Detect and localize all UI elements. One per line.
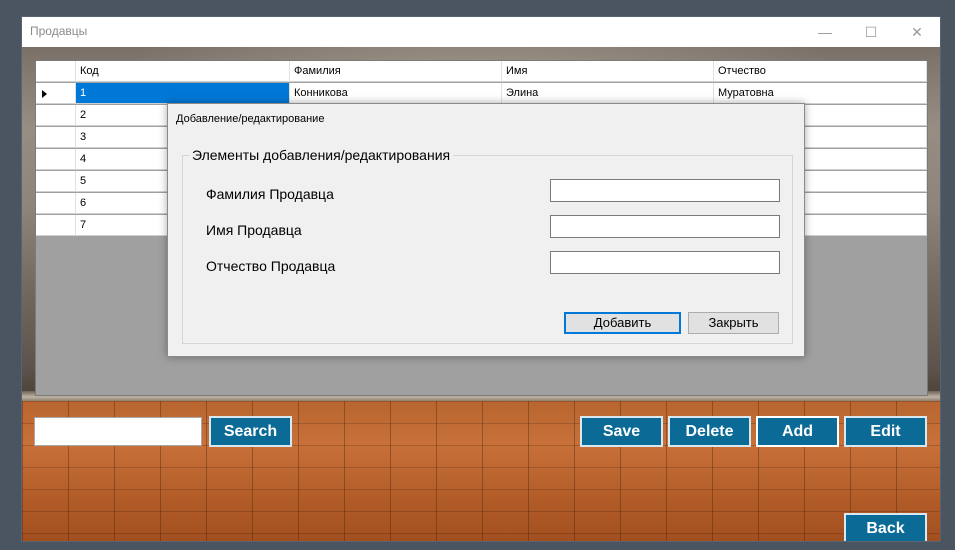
- row-header[interactable]: [36, 171, 76, 192]
- middlename-label: Отчество Продавца: [206, 258, 336, 274]
- search-button[interactable]: Search: [209, 416, 292, 447]
- column-header-code[interactable]: Код: [76, 61, 290, 82]
- row-header[interactable]: [36, 215, 76, 236]
- cell-code[interactable]: 1: [76, 83, 290, 104]
- lastname-field[interactable]: [550, 179, 780, 202]
- table-row[interactable]: 1 Конникова Элина Муратовна: [36, 83, 927, 105]
- edit-button[interactable]: Edit: [844, 416, 927, 447]
- row-header[interactable]: [36, 149, 76, 170]
- cell-middlename[interactable]: Муратовна: [714, 83, 927, 104]
- add-button[interactable]: Add: [756, 416, 839, 447]
- window-title: Продавцы: [30, 24, 88, 38]
- column-header-middlename[interactable]: Отчество: [714, 61, 927, 82]
- save-button[interactable]: Save: [580, 416, 663, 447]
- cell-firstname[interactable]: Элина: [502, 83, 714, 104]
- edit-dialog: Добавление/редактирование Элементы добав…: [167, 103, 805, 357]
- title-bar: Продавцы — ☐ ✕: [22, 17, 940, 47]
- row-header[interactable]: [36, 83, 76, 104]
- row-header[interactable]: [36, 127, 76, 148]
- current-row-arrow-icon: [42, 90, 47, 98]
- back-button[interactable]: Back: [844, 513, 927, 541]
- delete-button[interactable]: Delete: [668, 416, 751, 447]
- dialog-add-button[interactable]: Добавить: [564, 312, 681, 334]
- grid-corner[interactable]: [36, 61, 76, 82]
- dialog-close-button[interactable]: Закрыть: [688, 312, 779, 334]
- grid-header-row: Код Фамилия Имя Отчество: [36, 61, 927, 83]
- dialog-title: Добавление/редактирование: [176, 113, 325, 125]
- search-input[interactable]: [34, 417, 202, 446]
- column-header-lastname[interactable]: Фамилия: [290, 61, 502, 82]
- row-header[interactable]: [36, 105, 76, 126]
- firstname-field[interactable]: [550, 215, 780, 238]
- close-icon[interactable]: ✕: [894, 17, 940, 47]
- middlename-field[interactable]: [550, 251, 780, 274]
- row-header[interactable]: [36, 193, 76, 214]
- firstname-label: Имя Продавца: [206, 222, 302, 238]
- minimize-icon[interactable]: —: [802, 17, 848, 47]
- cell-lastname[interactable]: Конникова: [290, 83, 502, 104]
- column-header-firstname[interactable]: Имя: [502, 61, 714, 82]
- groupbox-title: Элементы добавления/редактирования: [189, 147, 454, 163]
- maximize-icon[interactable]: ☐: [848, 17, 894, 47]
- lastname-label: Фамилия Продавца: [206, 186, 334, 202]
